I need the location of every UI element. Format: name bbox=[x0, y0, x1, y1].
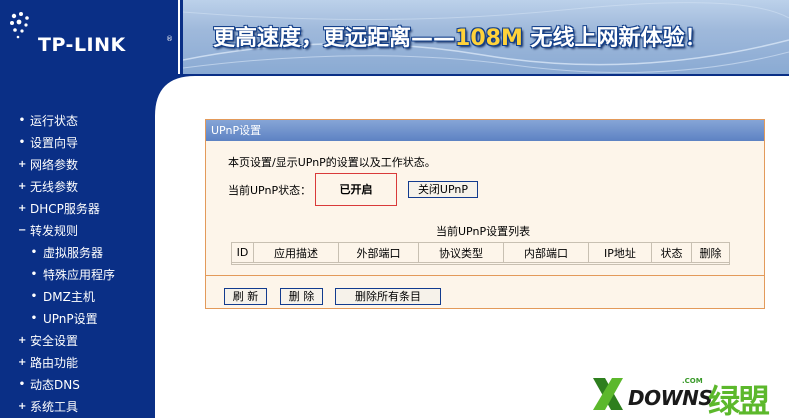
watermark: DOWNS .COM 绿盟 bbox=[590, 372, 780, 418]
sidebar-item-label: 动态DNS bbox=[30, 378, 80, 392]
column-header-description: 应用描述 bbox=[253, 242, 339, 263]
sidebar-item-label: 网络参数 bbox=[30, 158, 79, 172]
watermark-brand: DOWNS bbox=[628, 386, 713, 410]
upnp-settings-panel: UPnP设置 本页设置/显示UPnP的设置以及工作状态。 当前UPnP状态： 已… bbox=[205, 119, 765, 309]
banner-speed: 108M bbox=[455, 26, 523, 51]
sidebar-item-label: UPnP设置 bbox=[43, 312, 98, 326]
logo-text: TP-LINK bbox=[38, 34, 126, 56]
expand-icon: + bbox=[18, 335, 27, 346]
table-empty-cell bbox=[231, 262, 730, 265]
table-header-row: ID 应用描述 外部端口 协议类型 内部端口 IP地址 状态 删除 bbox=[231, 242, 730, 263]
sidebar-item-upnp[interactable]: • UPnP设置 bbox=[0, 308, 155, 330]
sidebar-item-security[interactable]: + 安全设置 bbox=[0, 330, 155, 352]
bullet-icon: • bbox=[30, 247, 38, 258]
close-upnp-button[interactable]: 关闭UPnP bbox=[408, 181, 478, 198]
table-caption: 当前UPnP设置列表 bbox=[436, 225, 531, 238]
sidebar-item-running-status[interactable]: • 运行状态 bbox=[0, 110, 155, 132]
sidebar-item-label: 虚拟服务器 bbox=[43, 246, 104, 260]
upnp-rules-table: ID 应用描述 外部端口 协议类型 内部端口 IP地址 状态 删除 bbox=[231, 242, 730, 265]
registered-mark: ® bbox=[166, 35, 173, 43]
watermark-domain-suffix: .COM bbox=[682, 377, 703, 385]
sidebar-item-network[interactable]: + 网络参数 bbox=[0, 154, 155, 176]
sidebar-corner-decoration bbox=[155, 76, 195, 116]
expand-icon: + bbox=[18, 181, 27, 192]
bullet-icon: • bbox=[18, 379, 26, 390]
banner-slogan-part1: 更高速度，更远距离—— bbox=[213, 26, 456, 51]
sidebar-item-label: 系统工具 bbox=[30, 400, 79, 414]
bullet-icon: • bbox=[30, 291, 38, 302]
sidebar-item-dmz[interactable]: • DMZ主机 bbox=[0, 286, 155, 308]
expand-icon: + bbox=[18, 357, 27, 368]
panel-divider bbox=[206, 275, 764, 276]
logo-area: TP-LINK ® bbox=[0, 0, 180, 76]
header: TP-LINK ® 更高速度，更远距离——108M 无线上网新体验！ bbox=[0, 0, 789, 76]
bullet-icon: • bbox=[18, 115, 26, 126]
sidebar-item-ddns[interactable]: • 动态DNS bbox=[0, 374, 155, 396]
sidebar-item-dhcp[interactable]: + DHCP服务器 bbox=[0, 198, 155, 220]
banner-slogan: 更高速度，更远距离——108M 无线上网新体验！ bbox=[213, 20, 707, 52]
sidebar-item-label: 无线参数 bbox=[30, 180, 79, 194]
upnp-status-value: 已开启 bbox=[339, 183, 373, 196]
sidebar-item-label: DMZ主机 bbox=[43, 290, 95, 304]
tplink-logo-icon bbox=[10, 12, 29, 39]
upnp-status-highlight: 已开启 bbox=[315, 173, 397, 206]
sidebar-item-label: 路由功能 bbox=[30, 356, 79, 370]
sidebar-item-label: 运行状态 bbox=[30, 114, 79, 128]
column-header-protocol: 协议类型 bbox=[418, 242, 504, 263]
upnp-status-label: 当前UPnP状态： bbox=[228, 184, 312, 197]
sidebar-item-label: 特殊应用程序 bbox=[43, 268, 116, 282]
sidebar-item-label: DHCP服务器 bbox=[30, 202, 100, 216]
expand-icon: + bbox=[18, 401, 27, 412]
sidebar-item-virtual-server[interactable]: • 虚拟服务器 bbox=[0, 242, 155, 264]
column-header-external-port: 外部端口 bbox=[338, 242, 419, 263]
expand-icon: + bbox=[18, 159, 27, 170]
sidebar-item-label: 设置向导 bbox=[30, 136, 79, 150]
banner-slogan-part2: 无线上网新体验！ bbox=[522, 26, 707, 51]
collapse-icon: − bbox=[18, 225, 27, 236]
sidebar-item-setup-wizard[interactable]: • 设置向导 bbox=[0, 132, 155, 154]
refresh-button[interactable]: 刷 新 bbox=[224, 288, 267, 305]
column-header-ip: IP地址 bbox=[588, 242, 652, 263]
column-header-internal-port: 内部端口 bbox=[503, 242, 589, 263]
panel-title: UPnP设置 bbox=[206, 120, 764, 141]
sidebar-item-label: 转发规则 bbox=[30, 224, 79, 238]
column-header-delete: 删除 bbox=[691, 242, 730, 263]
column-header-status: 状态 bbox=[651, 242, 692, 263]
sidebar-item-wireless[interactable]: + 无线参数 bbox=[0, 176, 155, 198]
sidebar-item-system-tools[interactable]: + 系统工具 bbox=[0, 396, 155, 418]
delete-all-button[interactable]: 删除所有条目 bbox=[335, 288, 441, 305]
bullet-icon: • bbox=[30, 313, 38, 324]
bullet-icon: • bbox=[18, 137, 26, 148]
column-header-id: ID bbox=[231, 242, 254, 263]
sidebar-item-forwarding[interactable]: − 转发规则 bbox=[0, 220, 155, 242]
delete-button[interactable]: 删 除 bbox=[280, 288, 323, 305]
watermark-cn-name: 绿盟 bbox=[708, 382, 770, 418]
banner: 更高速度，更远距离——108M 无线上网新体验！ bbox=[183, 0, 789, 74]
intro-text: 本页设置/显示UPnP的设置以及工作状态。 bbox=[228, 156, 436, 169]
watermark-x-logo-icon bbox=[593, 378, 623, 410]
table-empty-row bbox=[231, 262, 730, 265]
bullet-icon: • bbox=[30, 269, 38, 280]
sidebar: • 运行状态 • 设置向导 + 网络参数 + 无线参数 + DHCP服务器 − 转发规则 •… bbox=[0, 76, 155, 418]
sidebar-item-special-apps[interactable]: • 特殊应用程序 bbox=[0, 264, 155, 286]
sidebar-item-label: 安全设置 bbox=[30, 334, 79, 348]
sidebar-item-routing[interactable]: + 路由功能 bbox=[0, 352, 155, 374]
expand-icon: + bbox=[18, 203, 27, 214]
sidebar-nav: • 运行状态 • 设置向导 + 网络参数 + 无线参数 + DHCP服务器 − 转发规则 •… bbox=[0, 110, 155, 418]
